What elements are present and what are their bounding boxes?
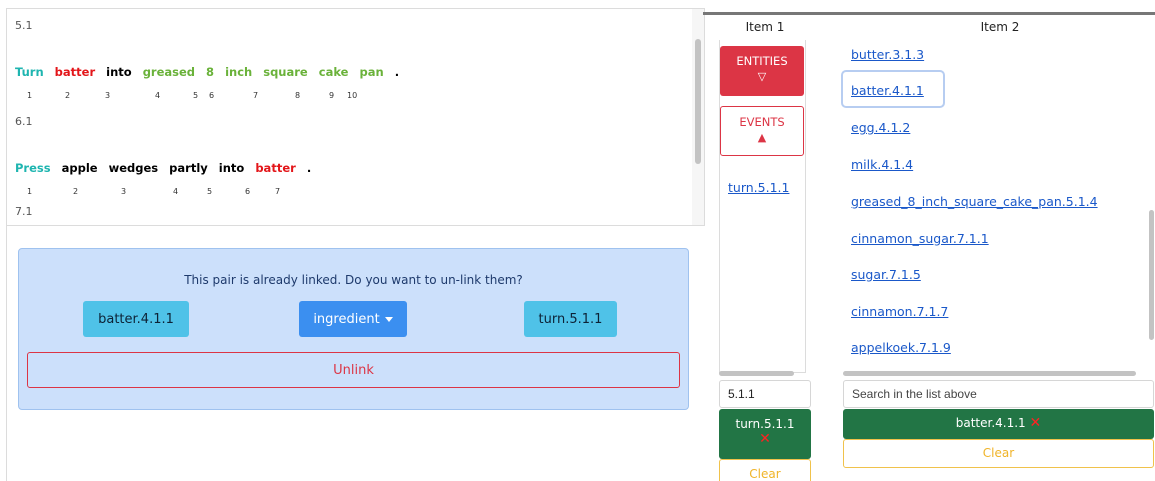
item2-link[interactable]: egg.4.1.2 bbox=[851, 120, 910, 135]
events-label: EVENTS bbox=[739, 115, 785, 129]
item2-vscrollbar[interactable] bbox=[1149, 210, 1154, 340]
token-number: 7 bbox=[253, 91, 259, 100]
token[interactable]: apple bbox=[62, 161, 98, 175]
annotation-app: 5.1 Turn batter into greased 8 inch squa… bbox=[0, 0, 1155, 481]
relation-label: ingredient bbox=[313, 311, 380, 327]
link-message: This pair is already linked. Do you want… bbox=[184, 273, 523, 287]
block-id-5-1: 5.1 bbox=[15, 19, 33, 32]
token-event[interactable]: Turn bbox=[15, 65, 44, 79]
item1-clear-button[interactable]: Clear bbox=[719, 459, 811, 481]
token-entity[interactable]: greased bbox=[143, 65, 195, 79]
token-entity-linked[interactable]: batter bbox=[55, 65, 95, 79]
entities-toggle-button[interactable]: ENTITIES ▽ bbox=[720, 46, 804, 96]
token-entity[interactable]: 8 bbox=[206, 65, 214, 79]
token-entity[interactable]: pan bbox=[359, 65, 383, 79]
sentence-5-1: Turn batter into greased 8 inch square c… bbox=[15, 65, 406, 79]
token-entity[interactable]: inch bbox=[225, 65, 252, 79]
item1-list: ENTITIES ▽ EVENTS ▲ turn.5.1.1 bbox=[719, 40, 806, 373]
block-id-7-1: 7.1 bbox=[15, 205, 33, 218]
item2-hscrollbar[interactable] bbox=[843, 371, 1136, 376]
item2-selected-chip: batter.4.1.1 ✕ bbox=[843, 409, 1154, 439]
item2-link[interactable]: greased_8_inch_square_cake_pan.5.1.4 bbox=[851, 194, 1098, 209]
token-number: 2 bbox=[65, 91, 71, 100]
close-icon[interactable]: ✕ bbox=[719, 431, 811, 447]
token-number: 5 bbox=[193, 91, 199, 100]
token-entity[interactable]: square bbox=[263, 65, 308, 79]
triangle-up-icon: ▲ bbox=[757, 131, 767, 144]
token-number: 9 bbox=[329, 91, 335, 100]
token-number: 3 bbox=[105, 91, 111, 100]
token[interactable]: into bbox=[106, 65, 132, 79]
token-entity[interactable]: cake bbox=[319, 65, 349, 79]
unlink-button[interactable]: Unlink bbox=[27, 352, 680, 388]
token-number: 4 bbox=[155, 91, 161, 100]
token-number: 4 bbox=[173, 187, 179, 196]
item2-link[interactable]: butter.3.1.3 bbox=[851, 47, 924, 62]
text-scrollbar-track[interactable] bbox=[692, 9, 704, 225]
item2-link[interactable]: cinnamon.7.1.7 bbox=[851, 304, 948, 319]
block-id-6-1: 6.1 bbox=[15, 115, 33, 128]
token-number: 10 bbox=[347, 91, 358, 100]
item2-clear-button[interactable]: Clear bbox=[843, 439, 1154, 468]
item2-link[interactable]: cinnamon_sugar.7.1.1 bbox=[851, 231, 989, 246]
sentence-6-1: Press apple wedges partly into batter . bbox=[15, 161, 318, 175]
token-number: 1 bbox=[27, 187, 33, 196]
item2-search-input[interactable] bbox=[843, 380, 1154, 408]
entities-label: ENTITIES bbox=[736, 54, 788, 68]
token-number: 6 bbox=[245, 187, 251, 196]
token-entity-linked[interactable]: batter bbox=[255, 161, 295, 175]
item1-search-input[interactable] bbox=[719, 380, 811, 408]
close-icon[interactable]: ✕ bbox=[1030, 415, 1042, 431]
item2-link[interactable]: batter.4.1.1 bbox=[851, 83, 924, 98]
item2-link[interactable]: milk.4.1.4 bbox=[851, 157, 913, 172]
caret-down-icon bbox=[384, 316, 393, 322]
token[interactable]: . bbox=[307, 161, 311, 175]
token-number: 8 bbox=[295, 91, 301, 100]
item1-link[interactable]: turn.5.1.1 bbox=[728, 180, 789, 195]
top-separator bbox=[703, 12, 1155, 15]
linked-item-left[interactable]: batter.4.1.1 bbox=[83, 301, 189, 337]
triangle-down-icon: ▽ bbox=[757, 70, 767, 83]
token-event[interactable]: Press bbox=[15, 161, 51, 175]
recipe-text-panel: 5.1 Turn batter into greased 8 inch squa… bbox=[6, 8, 705, 226]
token-number: 5 bbox=[207, 187, 213, 196]
token-number: 6 bbox=[209, 91, 215, 100]
token-number: 3 bbox=[121, 187, 127, 196]
item2-link[interactable]: sugar.7.1.5 bbox=[851, 267, 921, 282]
item2-link[interactable]: appelkoek.7.1.9 bbox=[851, 340, 951, 355]
link-confirm-panel: This pair is already linked. Do you want… bbox=[18, 248, 689, 410]
token-number: 2 bbox=[73, 187, 79, 196]
token[interactable]: into bbox=[219, 161, 245, 175]
item1-selected-label: turn.5.1.1 bbox=[735, 417, 795, 431]
events-toggle-button[interactable]: EVENTS ▲ bbox=[720, 106, 804, 156]
left-border bbox=[6, 226, 7, 481]
token[interactable]: . bbox=[395, 65, 399, 79]
token[interactable]: wedges bbox=[109, 161, 159, 175]
text-scrollbar-thumb[interactable] bbox=[695, 39, 701, 164]
item1-header: Item 1 bbox=[745, 20, 785, 34]
item2-selected-label: batter.4.1.1 bbox=[955, 416, 1026, 430]
token[interactable]: partly bbox=[169, 161, 208, 175]
linked-item-right[interactable]: turn.5.1.1 bbox=[524, 301, 617, 337]
relation-dropdown[interactable]: ingredient bbox=[299, 301, 407, 337]
token-number: 7 bbox=[275, 187, 281, 196]
item1-selected-chip: turn.5.1.1 ✕ bbox=[719, 409, 811, 459]
item1-hscrollbar[interactable] bbox=[719, 371, 794, 376]
item2-header: Item 2 bbox=[980, 20, 1020, 34]
item2-list: butter.3.1.3 batter.4.1.1 egg.4.1.2 milk… bbox=[841, 40, 1154, 373]
token-number: 1 bbox=[27, 91, 33, 100]
